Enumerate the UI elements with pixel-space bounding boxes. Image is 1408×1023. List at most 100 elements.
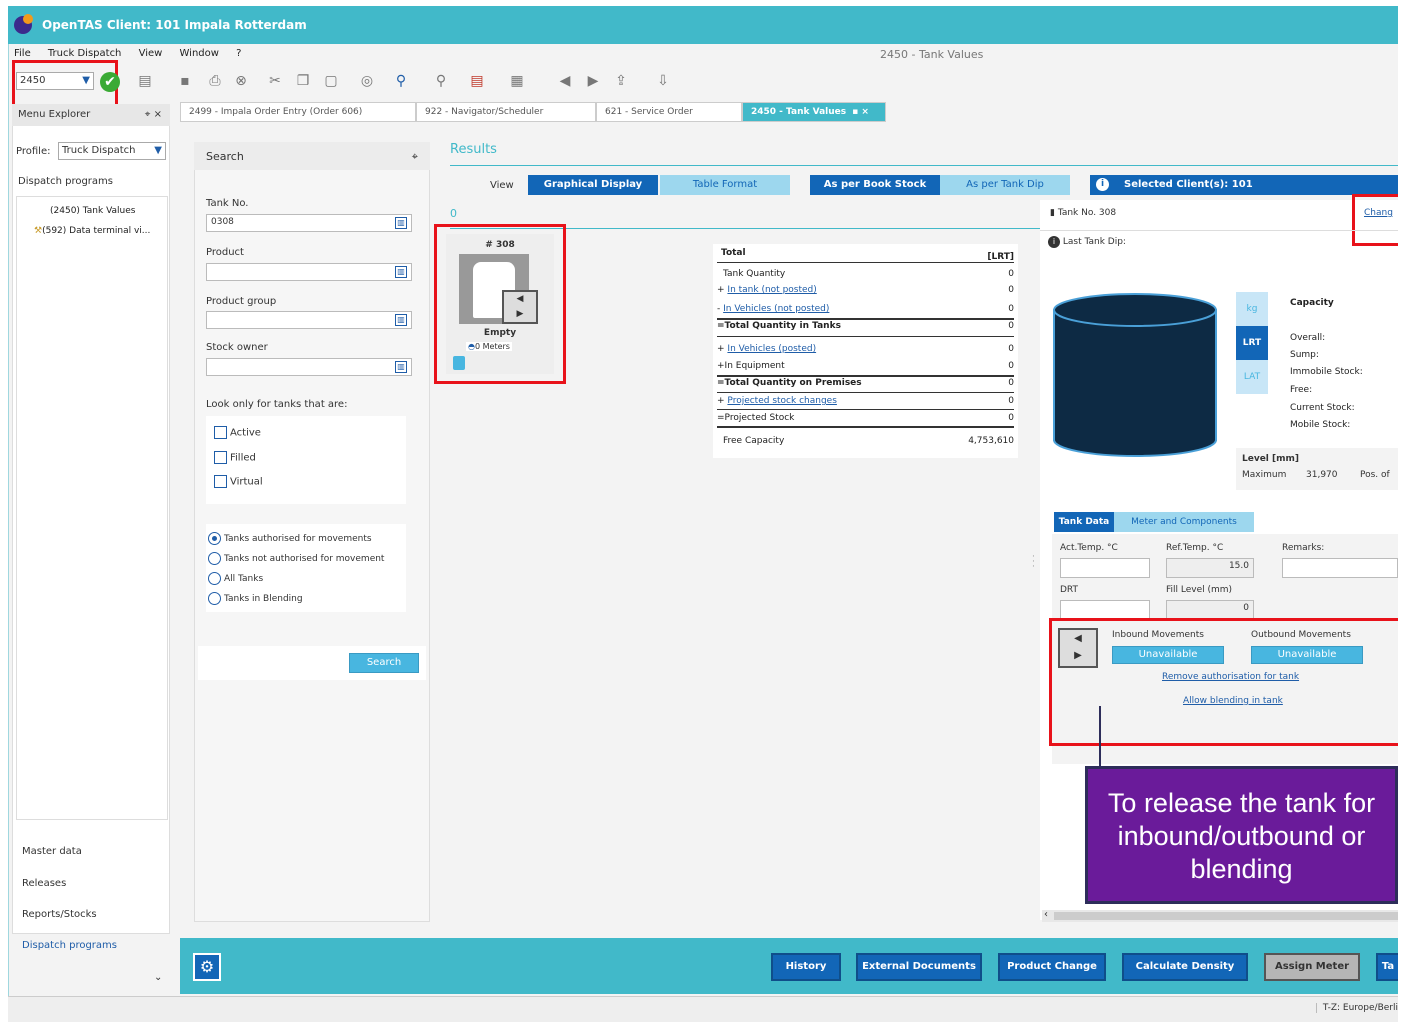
tank-dip-button[interactable]: As per Tank Dip (940, 175, 1070, 195)
zoom-icon[interactable]: ⚲ (432, 72, 450, 90)
truncated-button[interactable]: Ta (1376, 953, 1398, 981)
summary-link[interactable]: + In tank (not posted) (717, 285, 817, 295)
summary-link[interactable]: + In Vehicles (posted) (717, 344, 816, 354)
copy-icon[interactable]: ❐ (294, 72, 312, 90)
back-icon[interactable]: ◀ (556, 72, 574, 90)
results-title: Results (450, 142, 497, 157)
save-icon[interactable]: ▪ (176, 72, 194, 90)
results-count: 0 (450, 207, 457, 220)
lookup-book-icon[interactable]: ▥ (395, 266, 407, 278)
download-icon[interactable]: ⇩ (654, 72, 672, 90)
lookup-book-icon[interactable]: ▥ (395, 314, 407, 326)
drt-label: DRT (1060, 585, 1079, 595)
results-divider (450, 165, 1398, 166)
product-change-button[interactable]: Product Change (998, 953, 1106, 981)
search-icon[interactable]: ⚲ (392, 72, 410, 90)
cut-icon[interactable]: ✂ (266, 72, 284, 90)
summary-link[interactable]: + Projected stock changes (717, 396, 837, 406)
summary-value: 0 (1008, 396, 1014, 406)
history-button[interactable]: History (771, 953, 841, 981)
pin-close-icon[interactable]: ⌖ × (145, 109, 162, 120)
act-temp-input[interactable] (1060, 558, 1150, 578)
menu-window[interactable]: Window (180, 48, 219, 59)
capacity-current: Current Stock: (1290, 403, 1355, 413)
remarks-input[interactable] (1282, 558, 1398, 578)
radio-all-tanks[interactable]: All Tanks (208, 572, 263, 585)
stock-owner-input[interactable]: ▥ (206, 358, 412, 376)
tree-item-tank-values[interactable]: (2450) Tank Values (50, 206, 136, 216)
nav-dispatch-programs[interactable]: Dispatch programs (22, 940, 117, 951)
calculate-density-button[interactable]: Calculate Density (1122, 953, 1248, 981)
stock-summary-table: Total [LRT] Tank Quantity 0 + In tank (no… (713, 244, 1018, 458)
upload-icon[interactable]: ⇪ (612, 72, 630, 90)
tree-item-data-terminal[interactable]: ⚒(592) Data terminal vi... (34, 226, 150, 236)
check-go-icon[interactable]: ✔ (100, 72, 120, 92)
unit-kg-button[interactable]: kg (1236, 292, 1268, 326)
pin-icon[interactable]: ⌖ (412, 150, 418, 164)
nav-releases[interactable]: Releases (22, 878, 66, 889)
product-input[interactable]: ▥ (206, 263, 412, 281)
status-bar: T-Z: Europe/Berli (8, 996, 1398, 1022)
unit-lat-button[interactable]: LAT (1236, 360, 1268, 394)
horizontal-scrollbar[interactable]: ‹ (1042, 909, 1398, 922)
summary-value: 0 (1008, 269, 1014, 279)
checkbox-filled[interactable]: Filled (214, 451, 256, 464)
radio-authorised[interactable]: Tanks authorised for movements (208, 532, 372, 545)
unit-lrt-button[interactable]: LRT (1236, 326, 1268, 360)
tab-tank-values[interactable]: 2450 - Tank Values ▪ × (742, 102, 886, 122)
level-max-value: 31,970 (1306, 470, 1338, 480)
close-icon[interactable]: ▪ × (852, 107, 869, 117)
capacity-immobile: Immobile Stock: (1290, 367, 1363, 377)
chevron-left-icon[interactable]: ‹ (1044, 909, 1048, 920)
menu-help[interactable]: ? (236, 48, 241, 59)
selected-client-bar: i Selected Client(s): 101 (1090, 175, 1398, 195)
tab-meter-components[interactable]: Meter and Components (1114, 512, 1254, 532)
menu-view[interactable]: View (139, 48, 163, 59)
refresh-icon[interactable]: ◎ (358, 72, 376, 90)
lookup-book-icon[interactable]: ▥ (395, 361, 407, 373)
tank-no-input[interactable]: 0308 ▥ (206, 214, 412, 232)
forward-icon[interactable]: ▶ (584, 72, 602, 90)
summary-label: Free Capacity (723, 436, 785, 446)
ref-temp-input[interactable]: 15.0 (1166, 558, 1254, 578)
external-documents-button[interactable]: External Documents (856, 953, 982, 981)
menu-file[interactable]: File (14, 48, 31, 59)
radio-not-authorised[interactable]: Tanks not authorised for movement (208, 552, 384, 565)
print-icon[interactable]: ⎙ (206, 72, 224, 90)
chevron-down-icon[interactable]: ⌄ (154, 972, 162, 983)
export-icon[interactable]: ▤ (468, 72, 486, 90)
capacity-title: Capacity (1290, 298, 1334, 308)
radio-blending[interactable]: Tanks in Blending (208, 592, 303, 605)
profile-select[interactable]: Truck Dispatch ▼ (58, 142, 166, 160)
nav-reports-stocks[interactable]: Reports/Stocks (22, 909, 97, 920)
splitter-handle[interactable]: · · · (1032, 553, 1035, 572)
checkbox-active[interactable]: Active (214, 426, 261, 439)
gear-icon[interactable]: ⚙ (193, 953, 221, 981)
assign-meter-button[interactable]: Assign Meter (1264, 953, 1360, 981)
view-graphical-button[interactable]: Graphical Display (528, 175, 658, 195)
summary-value: 0 (1008, 344, 1014, 354)
book-stock-button[interactable]: As per Book Stock (810, 175, 940, 195)
paste-icon[interactable]: ▢ (322, 72, 340, 90)
menu-truck-dispatch[interactable]: Truck Dispatch (48, 48, 121, 59)
summary-link[interactable]: - In Vehicles (not posted) (717, 304, 829, 314)
summary-label: +In Equipment (717, 361, 785, 371)
checkbox-virtual[interactable]: Virtual (214, 475, 263, 488)
new-document-icon[interactable]: ▤ (136, 72, 154, 90)
tab-tank-data[interactable]: Tank Data (1054, 512, 1114, 532)
nav-master-data[interactable]: Master data (22, 846, 82, 857)
lookup-book-icon[interactable]: ▥ (395, 217, 407, 229)
tab-order-entry[interactable]: 2499 - Impala Order Entry (Order 606) (180, 102, 416, 122)
fill-level-label: Fill Level (mm) (1166, 585, 1233, 595)
highlight-box-tank (434, 224, 566, 384)
calendar-icon[interactable]: ▦ (508, 72, 526, 90)
product-group-input[interactable]: ▥ (206, 311, 412, 329)
search-button[interactable]: Search (349, 653, 419, 673)
tab-navigator[interactable]: 922 - Navigator/Scheduler (416, 102, 596, 122)
drt-input[interactable] (1060, 600, 1150, 620)
tab-service-order[interactable]: 621 - Service Order (596, 102, 742, 122)
delete-icon[interactable]: ⊗ (232, 72, 250, 90)
view-table-button[interactable]: Table Format (660, 175, 790, 195)
summary-value: 0 (1008, 378, 1014, 388)
fill-level-input[interactable]: 0 (1166, 600, 1254, 620)
